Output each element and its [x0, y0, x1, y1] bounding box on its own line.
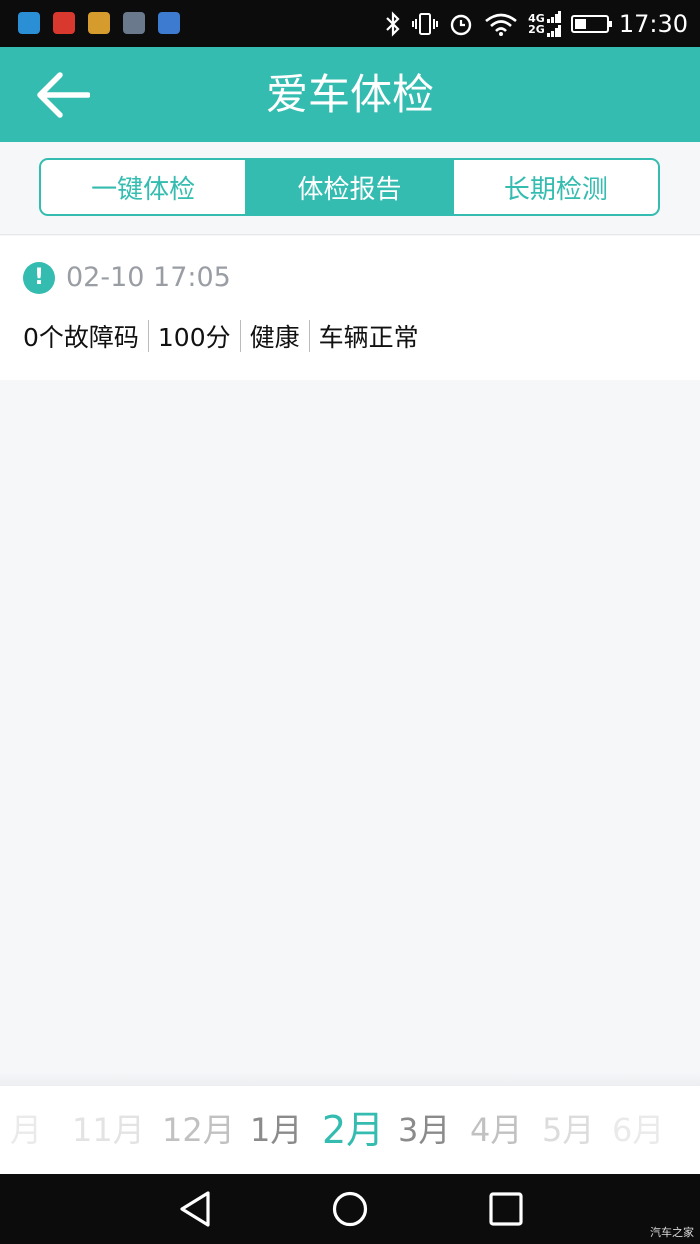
- nav-recents-button[interactable]: [486, 1189, 526, 1229]
- alert-icon: !: [23, 262, 55, 294]
- fault-code-count: 0个故障码: [23, 323, 139, 352]
- vehicle-status: 车辆正常: [318, 323, 419, 352]
- app-header: 爱车体检: [0, 47, 700, 142]
- battery-icon: [570, 14, 612, 33]
- wifi-app-icon: [158, 12, 180, 34]
- nav-home-button[interactable]: [330, 1189, 370, 1229]
- tab-quick-check[interactable]: 一键体检: [41, 160, 245, 214]
- status-bar: 4G 2G 17:30: [0, 0, 700, 47]
- tab-long-term-monitor[interactable]: 长期检测: [451, 160, 658, 214]
- health-status: 健康: [249, 323, 300, 352]
- report-timestamp: 02-10 17:05: [66, 262, 231, 293]
- nav-back-button[interactable]: [176, 1189, 216, 1229]
- month-item[interactable]: 12月: [162, 1086, 235, 1174]
- month-item[interactable]: 5月: [542, 1086, 594, 1174]
- triangle-back-icon: [180, 1191, 210, 1227]
- network-type: 4G 2G: [528, 10, 561, 37]
- battery-fill: [574, 18, 586, 29]
- month-item[interactable]: 4月: [470, 1086, 522, 1174]
- location-app-icon: [18, 12, 40, 34]
- vibrate-icon: [412, 12, 439, 35]
- status-right: 4G 2G 17:30: [384, 0, 688, 47]
- cell-signal-icon: [546, 10, 561, 37]
- month-item[interactable]: 11月: [72, 1086, 145, 1174]
- network-top-label: 4G: [528, 11, 545, 25]
- month-item[interactable]: 月: [10, 1086, 42, 1174]
- system-nav-bar: 汽车之家: [0, 1174, 700, 1244]
- back-arrow-icon: [37, 72, 91, 118]
- report-summary: 0个故障码 100分 健康 车辆正常: [23, 318, 419, 354]
- cow-app-icon: [53, 12, 75, 34]
- page-title: 爱车体检: [265, 70, 434, 119]
- month-item[interactable]: 1月: [250, 1086, 302, 1174]
- alarm-icon: [450, 14, 472, 35]
- watermark-text: 汽车之家: [650, 1226, 694, 1239]
- back-button[interactable]: [30, 69, 100, 121]
- divider: [147, 320, 149, 352]
- network-bottom-label: 2G: [528, 22, 545, 36]
- square-recents-icon: [489, 1192, 523, 1226]
- lock-app-icon: [88, 12, 110, 34]
- gallery-app-icon: [123, 12, 145, 34]
- tabs-container: 一键体检 体检报告 长期检测: [0, 142, 700, 235]
- month-selector[interactable]: 月 11月 12月 1月 2月 3月 4月 5月 6月: [0, 1086, 700, 1174]
- circle-home-icon: [332, 1191, 368, 1227]
- report-list-item[interactable]: ! 02-10 17:05 0个故障码 100分 健康 车辆正常: [0, 236, 700, 380]
- month-item[interactable]: 6月: [612, 1086, 664, 1174]
- divider: [308, 320, 310, 352]
- segmented-tabs: 一键体检 体检报告 长期检测: [39, 158, 660, 216]
- health-score: 100分: [157, 323, 231, 352]
- divider: [239, 320, 241, 352]
- wifi-signal-icon: [485, 13, 517, 36]
- month-selector-shadow: [0, 1072, 700, 1086]
- month-item[interactable]: 3月: [398, 1086, 450, 1174]
- month-item-selected[interactable]: 2月: [322, 1086, 384, 1174]
- bluetooth-icon: [386, 10, 400, 37]
- status-time: 17:30: [618, 9, 688, 38]
- tab-check-report[interactable]: 体检报告: [245, 160, 452, 214]
